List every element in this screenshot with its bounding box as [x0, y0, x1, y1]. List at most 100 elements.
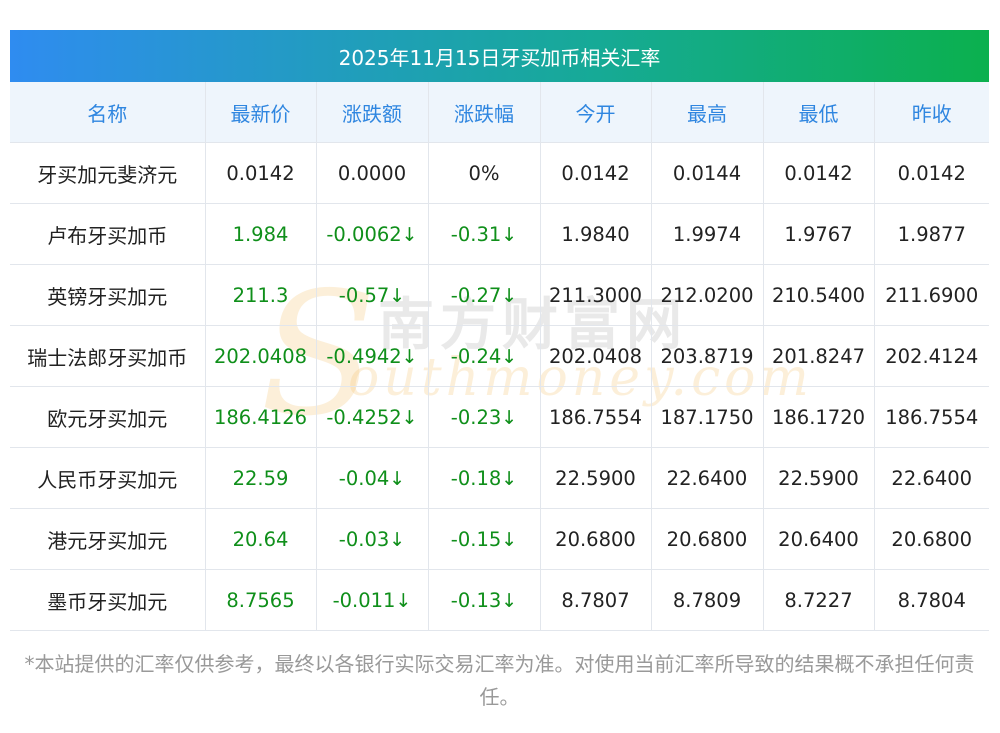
cell-high: 0.0144: [651, 142, 764, 204]
cell-change-pct-value: -0.31: [450, 222, 502, 246]
table-row: 墨币牙买加元 8.7565 -0.011↓ -0.13↓ 8.7807 8.7809 8.7…: [10, 569, 989, 631]
col-header-prev-close: 昨收: [874, 82, 989, 143]
cell-change: -0.4252↓: [316, 386, 429, 448]
cell-name: 牙买加元斐济元: [10, 142, 206, 204]
cell-high: 22.6400: [651, 447, 764, 509]
cell-prev-close-value: 8.7804: [897, 588, 966, 612]
cell-low-value: 210.5400: [771, 283, 866, 307]
col-header-low: 最低: [763, 82, 875, 143]
cell-name-value: 港元牙买加元: [47, 528, 168, 553]
cell-prev-close: 0.0142: [874, 142, 989, 204]
cell-high: 1.9974: [651, 203, 764, 265]
cell-latest: 22.59: [205, 447, 317, 509]
cell-low-value: 186.1720: [771, 405, 866, 429]
cell-latest-value: 1.984: [232, 222, 289, 246]
cell-change-pct: -0.31↓: [428, 203, 541, 265]
rate-table-container: 2025年11月15日牙买加币相关汇率 名称 最新价 涨跌额 涨跌幅 今开 最高…: [10, 30, 989, 631]
table-row: 港元牙买加元 20.64 -0.03↓ -0.15↓ 20.6800 20.6800 20.…: [10, 508, 989, 570]
cell-name: 欧元牙买加元: [10, 386, 206, 448]
cell-low: 20.6400: [763, 508, 875, 570]
table-row: 人民币牙买加元 22.59 -0.04↓ -0.18↓ 22.5900 22.6400 22…: [10, 447, 989, 509]
cell-high-value: 212.0200: [660, 283, 754, 307]
cell-prev-close: 1.9877: [874, 203, 989, 265]
cell-change-value: -0.4942: [326, 344, 402, 368]
cell-latest: 211.3: [205, 264, 317, 326]
cell-latest: 20.64: [205, 508, 317, 570]
cell-prev-close-value: 202.4124: [885, 344, 979, 368]
cell-latest-value: 22.59: [232, 466, 289, 490]
cell-open-value: 0.0142: [561, 161, 630, 185]
cell-change-pct: -0.24↓: [428, 325, 541, 387]
cell-name: 港元牙买加元: [10, 508, 206, 570]
cell-high: 187.1750: [651, 386, 764, 448]
cell-high-value: 22.6400: [666, 466, 748, 490]
cell-low-value: 201.8247: [771, 344, 866, 368]
down-arrow-icon: ↓: [395, 589, 412, 612]
cell-low: 22.5900: [763, 447, 875, 509]
down-arrow-icon: ↓: [501, 528, 518, 551]
cell-high-value: 203.8719: [660, 344, 754, 368]
cell-open: 1.9840: [540, 203, 652, 265]
cell-low: 186.1720: [763, 386, 875, 448]
cell-open: 20.6800: [540, 508, 652, 570]
cell-low-value: 1.9767: [784, 222, 853, 246]
cell-name-value: 墨币牙买加元: [47, 589, 168, 614]
cell-high: 203.8719: [651, 325, 764, 387]
cell-name-value: 瑞士法郎牙买加币: [27, 345, 188, 370]
cell-high-value: 0.0144: [672, 161, 742, 185]
table-header-row: 名称 最新价 涨跌额 涨跌幅 今开 最高 最低 昨收: [10, 82, 989, 143]
cell-name: 人民币牙买加元: [10, 447, 206, 509]
cell-prev-close: 8.7804: [874, 569, 989, 631]
col-header-latest: 最新价: [205, 82, 317, 143]
down-arrow-icon: ↓: [501, 223, 518, 246]
cell-high-value: 187.1750: [660, 405, 754, 429]
cell-low: 210.5400: [763, 264, 875, 326]
cell-change-pct-value: -0.18: [450, 466, 502, 490]
down-arrow-icon: ↓: [389, 284, 406, 307]
table-row: 瑞士法郎牙买加币 202.0408 -0.4942↓ -0.24↓ 202.0408 20…: [10, 325, 989, 387]
cell-prev-close-value: 20.6800: [891, 527, 973, 551]
cell-change-pct-value: -0.15: [450, 527, 502, 551]
cell-low: 8.7227: [763, 569, 875, 631]
cell-open-value: 211.3000: [548, 283, 643, 307]
cell-open: 186.7554: [540, 386, 652, 448]
cell-name: 瑞士法郎牙买加币: [10, 325, 206, 387]
down-arrow-icon: ↓: [501, 345, 518, 368]
col-header-change: 涨跌额: [316, 82, 429, 143]
cell-name-value: 卢布牙买加币: [47, 223, 168, 248]
cell-change: -0.03↓: [316, 508, 429, 570]
cell-change-pct-value: -0.27: [450, 283, 502, 307]
cell-change-pct: -0.18↓: [428, 447, 541, 509]
cell-prev-close-value: 1.9877: [897, 222, 966, 246]
cell-change-pct: -0.23↓: [428, 386, 541, 448]
down-arrow-icon: ↓: [389, 467, 406, 490]
cell-low-value: 22.5900: [778, 466, 859, 490]
cell-change-pct-value: 0%: [468, 161, 500, 185]
down-arrow-icon: ↓: [501, 589, 518, 612]
cell-change-pct-value: -0.13: [450, 588, 502, 612]
cell-low-value: 20.6400: [778, 527, 859, 551]
cell-prev-close-value: 0.0142: [897, 161, 966, 185]
down-arrow-icon: ↓: [401, 345, 418, 368]
cell-low: 1.9767: [763, 203, 875, 265]
cell-latest-value: 8.7565: [226, 588, 295, 612]
down-arrow-icon: ↓: [401, 223, 418, 246]
cell-open-value: 22.5900: [555, 466, 636, 490]
table-row: 英镑牙买加元 211.3 -0.57↓ -0.27↓ 211.3000 212.0200 2…: [10, 264, 989, 326]
cell-prev-close: 186.7554: [874, 386, 989, 448]
cell-open-value: 186.7554: [548, 405, 643, 429]
cell-prev-close-value: 186.7554: [885, 405, 979, 429]
cell-open: 0.0142: [540, 142, 652, 204]
cell-open: 211.3000: [540, 264, 652, 326]
cell-latest-value: 202.0408: [213, 344, 308, 368]
cell-prev-close: 202.4124: [874, 325, 989, 387]
cell-change-pct-value: -0.23: [450, 405, 502, 429]
down-arrow-icon: ↓: [501, 467, 518, 490]
down-arrow-icon: ↓: [501, 406, 518, 429]
cell-latest: 202.0408: [205, 325, 317, 387]
cell-latest-value: 211.3: [232, 283, 289, 307]
cell-latest-value: 0.0142: [226, 161, 295, 185]
cell-high-value: 8.7809: [672, 588, 742, 612]
cell-change-value: -0.57: [338, 283, 390, 307]
cell-high-value: 1.9974: [672, 222, 742, 246]
